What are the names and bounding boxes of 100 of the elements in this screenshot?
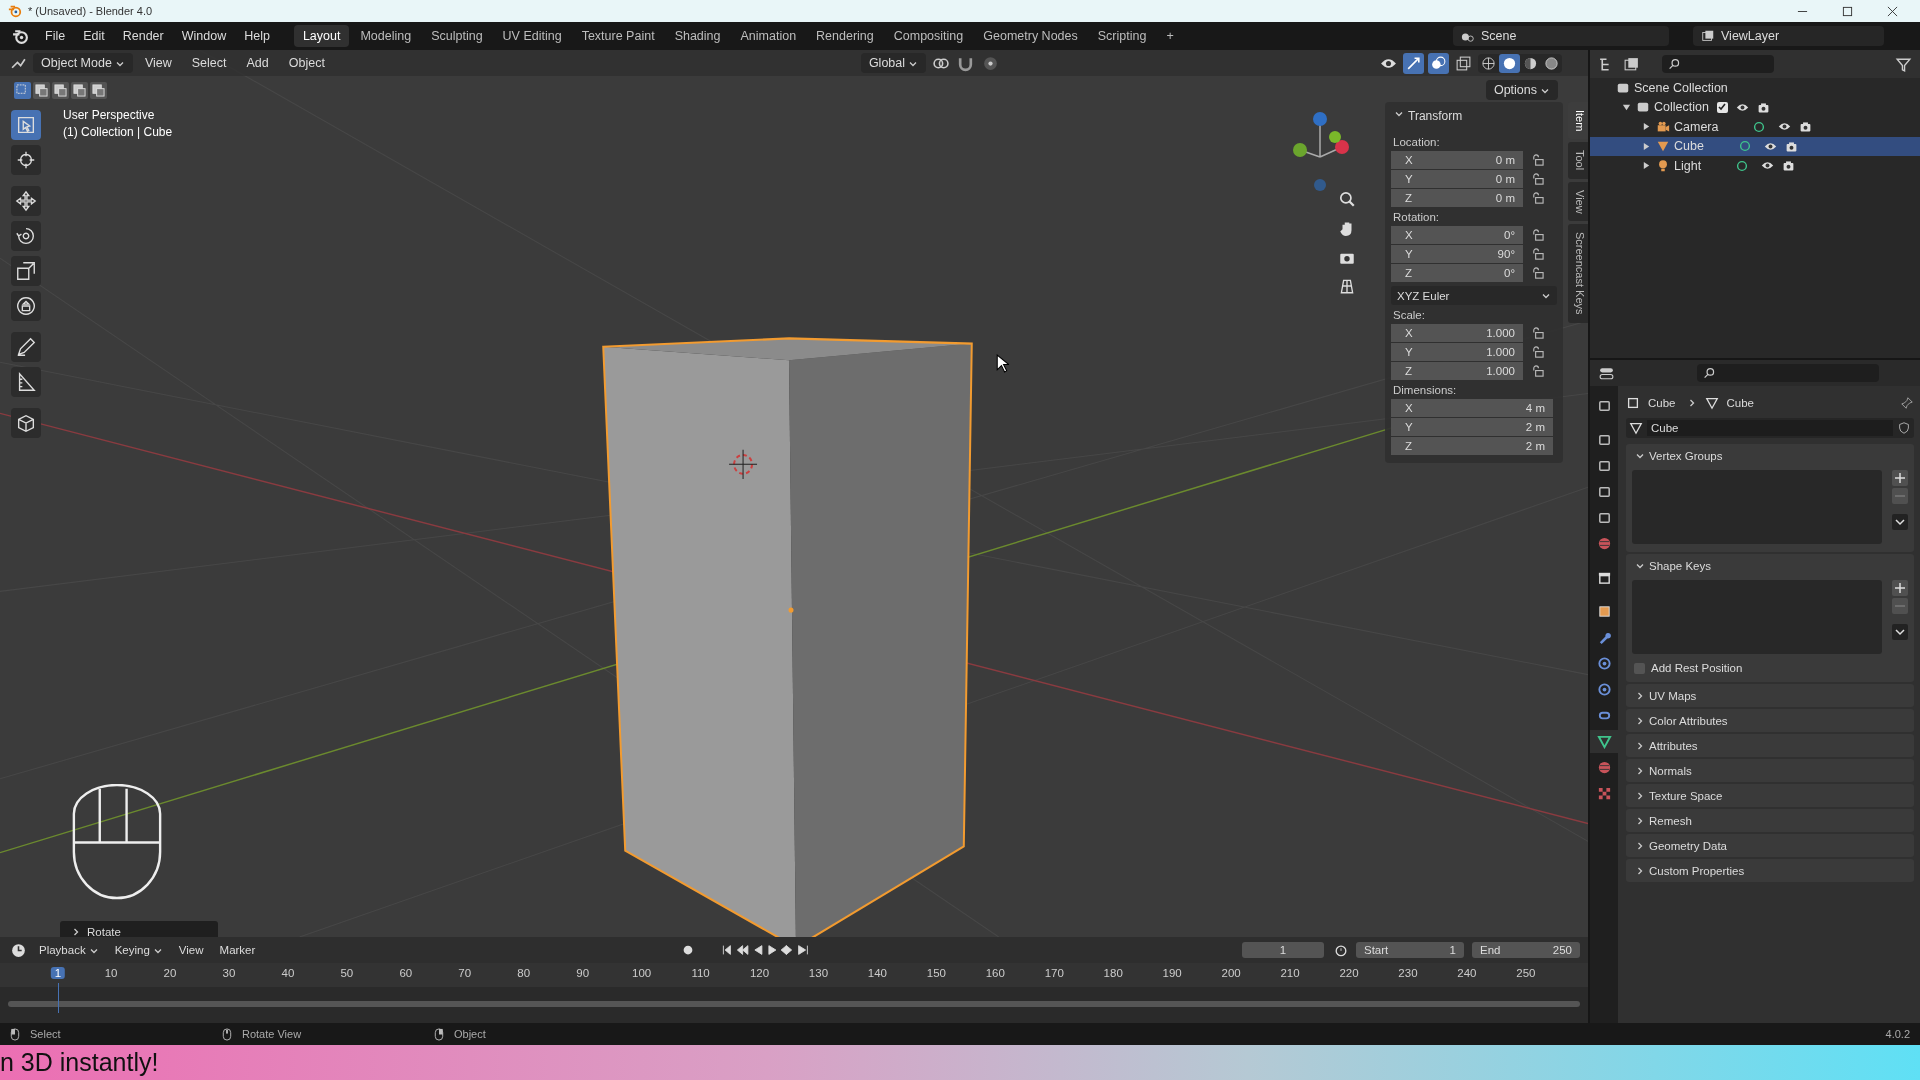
collapse-arrow-icon[interactable] — [1622, 102, 1632, 112]
rotate-icon[interactable] — [11, 221, 41, 251]
panel-header[interactable]: Normals — [1626, 759, 1914, 782]
selection-mode-icon[interactable] — [14, 81, 31, 99]
panel-header[interactable]: Attributes — [1626, 734, 1914, 757]
workspace-tab[interactable]: Sculpting — [422, 25, 492, 47]
padlock-icon[interactable] — [1531, 191, 1544, 205]
pencil-icon[interactable] — [11, 332, 41, 362]
workspace-tab[interactable]: Layout — [293, 25, 350, 47]
rotation-mode-dropdown[interactable]: XYZ Euler — [1391, 286, 1557, 305]
menu-item[interactable]: View — [136, 53, 180, 73]
move-arrows-icon[interactable] — [11, 186, 41, 216]
panel-title[interactable]: Transform — [1408, 109, 1463, 123]
scene-selector[interactable]: Scene — [1453, 26, 1669, 46]
menu-item[interactable]: File — [37, 26, 74, 46]
number-field[interactable]: Y 0 m — [1391, 170, 1523, 188]
exclude-checkbox[interactable] — [1716, 101, 1728, 113]
menu-item[interactable]: Keying — [108, 942, 169, 958]
number-field[interactable]: Z 0° — [1391, 264, 1523, 282]
search-field[interactable] — [1662, 55, 1774, 73]
app-logo-icon[interactable] — [12, 27, 29, 45]
padlock-icon[interactable] — [1531, 345, 1544, 359]
triangle-mesh-icon[interactable] — [1629, 421, 1643, 435]
number-field[interactable]: X 4 m — [1391, 399, 1553, 417]
panel-header[interactable]: Texture Space — [1626, 784, 1914, 807]
panel-header[interactable]: Color Attributes — [1626, 709, 1914, 732]
chevron-down-icon[interactable] — [1892, 514, 1908, 530]
number-field[interactable]: X 0° — [1391, 226, 1523, 244]
scale-icon[interactable] — [11, 256, 41, 286]
selection-mode-icon[interactable] — [90, 81, 107, 99]
panel-header[interactable]: Geometry Data — [1626, 834, 1914, 857]
view-layer-selector[interactable]: ViewLayer — [1693, 26, 1884, 46]
number-field[interactable]: X 0 m — [1391, 151, 1523, 169]
search-field[interactable] — [1697, 364, 1879, 382]
outliner-row[interactable]: Collection — [1590, 97, 1920, 117]
pin-icon[interactable] — [1900, 396, 1914, 410]
padlock-icon[interactable] — [1531, 247, 1544, 261]
current-frame-marker[interactable]: 1 — [50, 967, 66, 979]
number-field[interactable]: Z 1.000 — [1391, 362, 1523, 380]
grid-icon[interactable] — [1338, 277, 1356, 295]
padlock-icon[interactable] — [1531, 228, 1544, 242]
menu-item[interactable]: Marker — [213, 942, 262, 958]
expand-arrow-icon[interactable] — [1642, 161, 1652, 171]
add-cube-icon[interactable] — [11, 408, 41, 438]
outliner-row[interactable]: Light — [1590, 156, 1920, 176]
start-frame-field[interactable]: Start 1 — [1356, 942, 1464, 958]
menu-item[interactable]: View — [172, 942, 210, 958]
sidebar-tab[interactable]: View — [1568, 181, 1588, 222]
shield-icon[interactable] — [1897, 421, 1911, 435]
orientation-dropdown[interactable]: Global — [860, 53, 927, 73]
menu-item[interactable]: Edit — [75, 26, 113, 46]
plus-icon[interactable] — [1892, 580, 1908, 596]
crosshair-icon[interactable] — [11, 145, 41, 175]
last-operator-panel[interactable]: Rotate — [60, 921, 218, 937]
padlock-icon[interactable] — [1531, 364, 1544, 378]
mesh-name-field[interactable]: Cube — [1647, 420, 1893, 436]
menu-item[interactable]: Add — [238, 53, 277, 73]
menu-item[interactable]: Object — [280, 53, 333, 73]
selection-mode-icon[interactable] — [33, 81, 50, 99]
panel-header[interactable]: Remesh — [1626, 809, 1914, 832]
padlock-icon[interactable] — [1531, 153, 1544, 167]
stopwatch-icon[interactable] — [1334, 943, 1348, 957]
workspace-tab[interactable]: Rendering — [807, 25, 883, 47]
padlock-icon[interactable] — [1531, 172, 1544, 186]
triangle-mesh-icon[interactable] — [1590, 730, 1618, 753]
end-frame-field[interactable]: End 250 — [1472, 942, 1580, 958]
outliner-row[interactable]: Camera — [1590, 117, 1920, 137]
workspace-tab[interactable]: Texture Paint — [572, 25, 664, 47]
current-frame-field[interactable]: 1 — [1242, 942, 1324, 958]
menu-item[interactable]: Render — [114, 26, 172, 46]
expand-arrow-icon[interactable] — [1642, 122, 1652, 132]
number-field[interactable]: Z 0 m — [1391, 189, 1523, 207]
workspace-tab[interactable]: Compositing — [884, 25, 973, 47]
chevron-down-icon[interactable] — [1892, 624, 1908, 640]
outliner-row[interactable]: Scene Collection — [1590, 78, 1920, 98]
selection-mode-icon[interactable] — [71, 81, 88, 99]
menu-item[interactable]: Window — [173, 26, 235, 46]
sidebar-tab[interactable]: Screencast Keys — [1568, 224, 1588, 323]
workspace-tab[interactable]: Modeling — [351, 25, 421, 47]
ruler-icon[interactable] — [11, 367, 41, 397]
checkbox[interactable] — [1634, 662, 1645, 674]
panel-header[interactable]: Shape Keys — [1626, 554, 1914, 577]
number-field[interactable]: Y 2 m — [1391, 418, 1553, 436]
zoom-icon[interactable] — [1338, 190, 1356, 208]
number-field[interactable]: Z 2 m — [1391, 437, 1553, 455]
transform-icon[interactable] — [11, 291, 41, 321]
sidebar-tab[interactable]: Tool — [1568, 142, 1588, 179]
workspace-tab[interactable]: Animation — [731, 25, 806, 47]
padlock-icon[interactable] — [1531, 326, 1544, 340]
add-workspace-button[interactable]: + — [1157, 25, 1183, 47]
plus-icon[interactable] — [1892, 470, 1908, 486]
number-field[interactable]: Y 1.000 — [1391, 343, 1523, 361]
workspace-tab[interactable]: UV Editing — [493, 25, 571, 47]
workspace-tab[interactable]: Geometry Nodes — [974, 25, 1087, 47]
workspace-tab[interactable]: Scripting — [1088, 25, 1156, 47]
menu-item[interactable]: Playback — [33, 942, 105, 958]
selection-mode-icon[interactable] — [52, 81, 69, 99]
maximize-icon[interactable] — [1842, 5, 1853, 17]
menu-item[interactable]: Select — [183, 53, 235, 73]
options-dropdown[interactable]: Options — [1485, 80, 1558, 100]
